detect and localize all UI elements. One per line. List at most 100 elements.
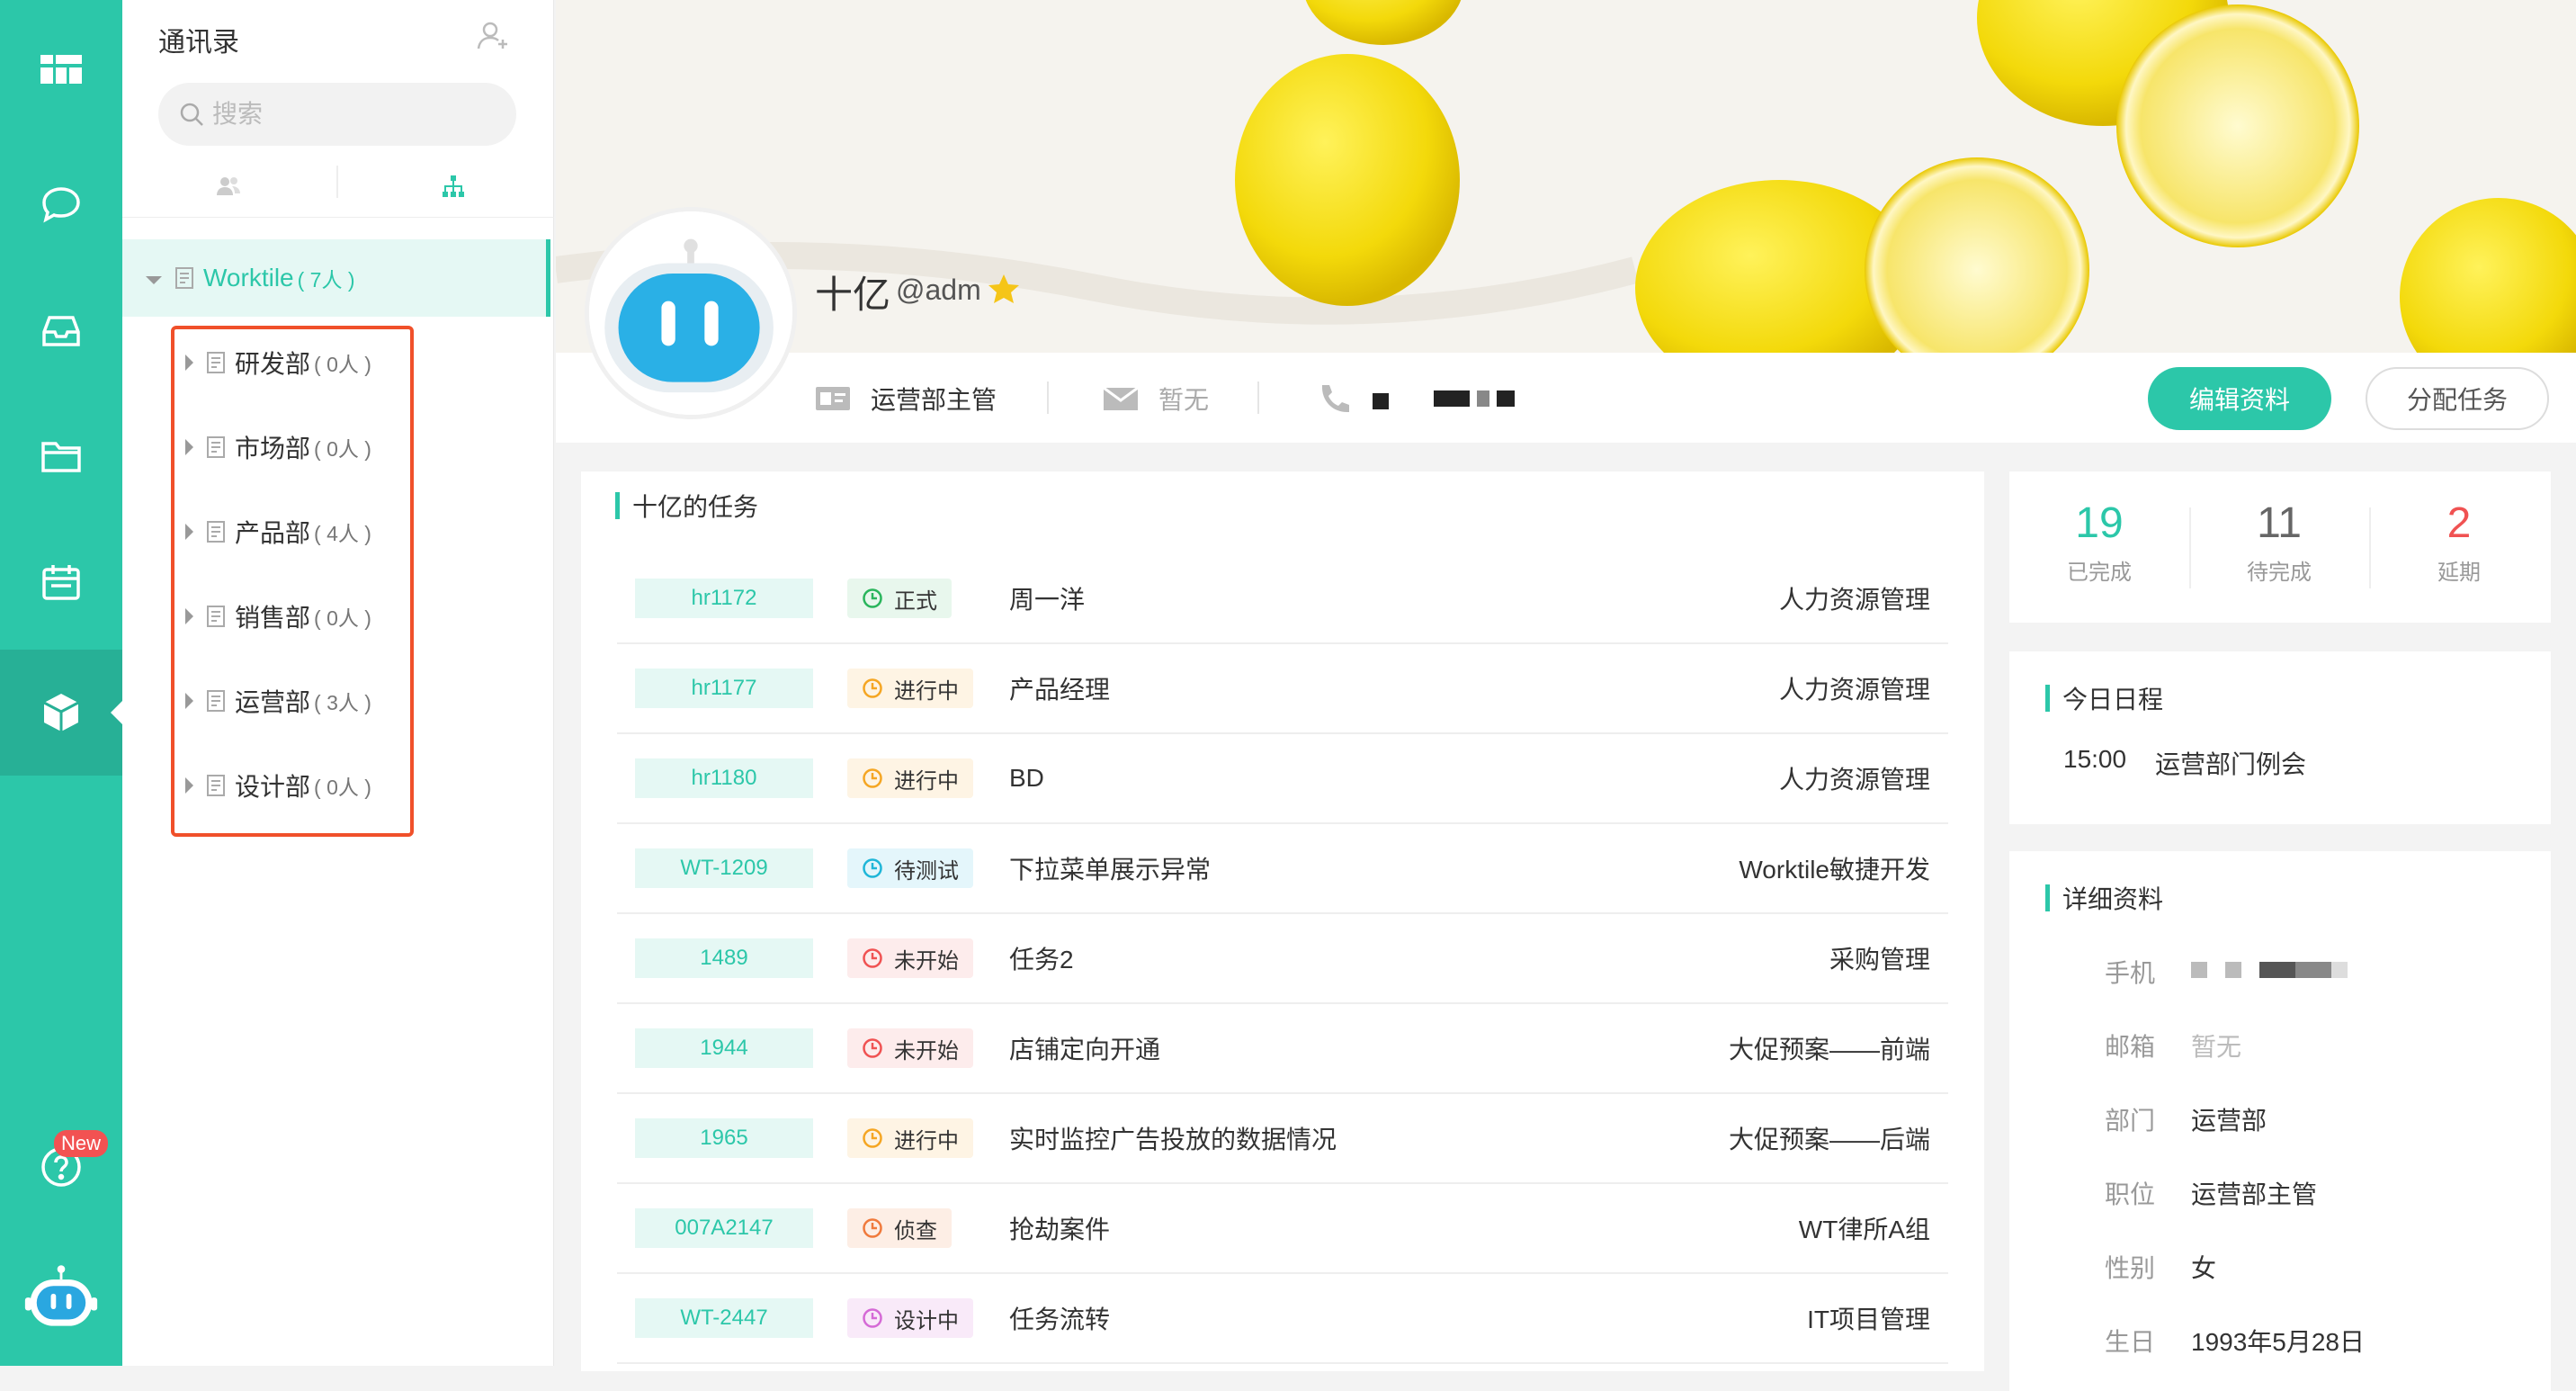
task-name[interactable]: 任务2 bbox=[1009, 940, 1074, 976]
task-status[interactable]: 进行中 bbox=[847, 1118, 973, 1158]
cube-icon[interactable] bbox=[0, 650, 123, 776]
detail-label: 职位 bbox=[2105, 1180, 2156, 1208]
task-id[interactable]: 1489 bbox=[635, 938, 813, 978]
detail-row-position: 职位 运营部主管 bbox=[2105, 1175, 2317, 1211]
search-input[interactable] bbox=[212, 100, 482, 129]
clock-icon bbox=[863, 948, 882, 968]
phone-redacted bbox=[2191, 961, 2348, 983]
inbox-icon[interactable] bbox=[0, 268, 122, 394]
task-project[interactable]: 人力资源管理 bbox=[1779, 580, 1930, 616]
star-icon[interactable] bbox=[986, 272, 1022, 308]
org-doc-icon bbox=[207, 436, 225, 458]
task-status-label: 侦查 bbox=[894, 1218, 937, 1243]
task-name[interactable]: 产品经理 bbox=[1009, 670, 1110, 706]
chat-icon[interactable] bbox=[0, 142, 122, 268]
task-project[interactable]: 大促预案——后端 bbox=[1729, 1120, 1930, 1156]
dept-label: 市场部 bbox=[235, 435, 311, 462]
task-status[interactable]: 进行中 bbox=[847, 758, 973, 798]
task-status[interactable]: 未开始 bbox=[847, 938, 973, 978]
task-row[interactable]: WT-2447 设计中 任务流转 IT项目管理 bbox=[617, 1274, 1948, 1364]
task-name[interactable]: 周一洋 bbox=[1009, 580, 1085, 616]
task-id[interactable]: WT-1209 bbox=[635, 848, 813, 888]
tree-item-dept[interactable]: 市场部 ( 0人 ) bbox=[185, 425, 371, 470]
task-name[interactable]: 抢劫案件 bbox=[1009, 1210, 1110, 1246]
tree-item-dept[interactable]: 销售部 ( 0人 ) bbox=[185, 594, 371, 639]
calendar-icon[interactable] bbox=[0, 520, 122, 646]
logo-icon[interactable] bbox=[0, 7, 122, 133]
tree-root-count: ( 7人 ) bbox=[297, 268, 355, 292]
task-name[interactable]: 店铺定向开通 bbox=[1009, 1030, 1160, 1066]
dept-label: 产品部 bbox=[235, 519, 311, 547]
org-doc-icon bbox=[207, 606, 225, 627]
edit-profile-button[interactable]: 编辑资料 bbox=[2148, 367, 2331, 430]
dept-count: ( 4人 ) bbox=[314, 522, 371, 545]
expand-icon bbox=[185, 439, 193, 455]
task-name[interactable]: 实时监控广告投放的数据情况 bbox=[1009, 1120, 1337, 1156]
task-id[interactable]: hr1172 bbox=[635, 579, 813, 618]
tree-item-dept[interactable]: 设计部 ( 0人 ) bbox=[185, 763, 371, 808]
stat-delayed[interactable]: 2 延期 bbox=[2369, 498, 2549, 586]
task-id[interactable]: 007A2147 bbox=[635, 1208, 813, 1248]
task-status[interactable]: 侦查 bbox=[847, 1208, 952, 1248]
folder-icon[interactable] bbox=[0, 394, 122, 520]
detail-label: 性别 bbox=[2105, 1254, 2156, 1282]
task-row[interactable]: hr1177 进行中 产品经理 人力资源管理 bbox=[617, 644, 1948, 734]
task-row[interactable]: hr1172 正式 周一洋 人力资源管理 bbox=[617, 554, 1948, 644]
task-status-label: 正式 bbox=[894, 588, 937, 614]
task-row[interactable]: WT-1209 待测试 下拉菜单展示异常 Worktile敏捷开发 bbox=[617, 824, 1948, 914]
task-row[interactable]: 1965 进行中 实时监控广告投放的数据情况 大促预案——后端 bbox=[617, 1094, 1948, 1184]
profile-title-value: 运营部主管 bbox=[871, 386, 997, 414]
divider bbox=[1047, 381, 1049, 414]
task-name[interactable]: BD bbox=[1009, 764, 1044, 793]
contacts-panel: 通讯录 Worktile ( 7人 ) 研发部 ( 0人 ) 市场部 ( 0人 … bbox=[122, 0, 554, 1366]
details-title: 详细资料 bbox=[2045, 880, 2163, 916]
task-project[interactable]: 人力资源管理 bbox=[1779, 760, 1930, 796]
task-row[interactable]: 007A2147 侦查 抢劫案件 WT律所A组 bbox=[617, 1184, 1948, 1274]
task-status[interactable]: 设计中 bbox=[847, 1298, 973, 1338]
task-row[interactable]: 1944 未开始 店铺定向开通 大促预案——前端 bbox=[617, 1004, 1948, 1094]
task-row[interactable]: hr1180 进行中 BD 人力资源管理 bbox=[617, 734, 1948, 824]
task-status[interactable]: 进行中 bbox=[847, 669, 973, 708]
id-card-icon bbox=[816, 387, 850, 410]
schedule-event[interactable]: 运营部门例会 bbox=[2155, 745, 2306, 781]
stat-completed[interactable]: 19 已完成 bbox=[2009, 498, 2189, 586]
detail-label: 手机 bbox=[2105, 959, 2156, 987]
task-project[interactable]: 人力资源管理 bbox=[1779, 670, 1930, 706]
task-id[interactable]: WT-2447 bbox=[635, 1298, 813, 1338]
task-project[interactable]: Worktile敏捷开发 bbox=[1739, 850, 1930, 886]
task-name[interactable]: 任务流转 bbox=[1009, 1300, 1110, 1336]
task-status-label: 进行中 bbox=[894, 768, 959, 794]
assign-task-button[interactable]: 分配任务 bbox=[2366, 367, 2549, 430]
task-name[interactable]: 下拉菜单展示异常 bbox=[1009, 850, 1211, 886]
tree-item-dept[interactable]: 产品部 ( 4人 ) bbox=[185, 509, 371, 554]
org-doc-icon bbox=[207, 775, 225, 796]
task-status[interactable]: 待测试 bbox=[847, 848, 973, 888]
tree-item-dept[interactable]: 运营部 ( 3人 ) bbox=[185, 678, 371, 723]
task-project[interactable]: 采购管理 bbox=[1829, 940, 1930, 976]
tree-item-dept[interactable]: 研发部 ( 0人 ) bbox=[185, 340, 371, 385]
members-icon[interactable] bbox=[201, 164, 255, 209]
stat-pending[interactable]: 11 待完成 bbox=[2189, 498, 2369, 586]
task-status[interactable]: 正式 bbox=[847, 579, 952, 618]
task-project[interactable]: 大促预案——前端 bbox=[1729, 1030, 1930, 1066]
details-title-text: 详细资料 bbox=[2062, 885, 2164, 913]
collapse-icon bbox=[146, 275, 162, 284]
detail-value: 1993年5月28日 bbox=[2191, 1328, 2366, 1356]
task-id[interactable]: 1944 bbox=[635, 1028, 813, 1068]
task-project[interactable]: WT律所A组 bbox=[1799, 1210, 1930, 1246]
org-tree-icon[interactable] bbox=[426, 164, 480, 209]
task-id[interactable]: 1965 bbox=[635, 1118, 813, 1158]
robot-icon[interactable] bbox=[0, 1242, 122, 1359]
phone-icon bbox=[1321, 385, 1349, 413]
task-id[interactable]: hr1180 bbox=[635, 758, 813, 798]
clock-icon bbox=[863, 1038, 882, 1058]
tree-root-worktile[interactable]: Worktile ( 7人 ) bbox=[122, 239, 550, 317]
search-box[interactable] bbox=[158, 83, 516, 146]
task-id[interactable]: hr1177 bbox=[635, 669, 813, 708]
add-user-icon[interactable] bbox=[475, 18, 511, 54]
help-icon[interactable] bbox=[0, 1108, 122, 1225]
task-row[interactable]: 1489 未开始 任务2 采购管理 bbox=[617, 914, 1948, 1004]
task-project[interactable]: IT项目管理 bbox=[1807, 1300, 1930, 1336]
task-status[interactable]: 未开始 bbox=[847, 1028, 973, 1068]
clock-icon bbox=[863, 768, 882, 788]
